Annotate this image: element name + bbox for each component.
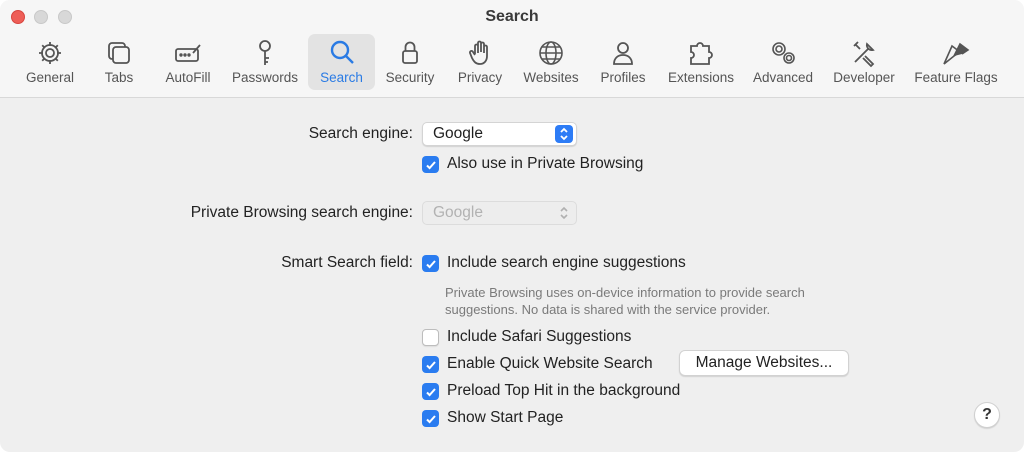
- tab-label: General: [25, 70, 75, 85]
- hand-icon: [463, 37, 497, 69]
- also-private-label: Also use in Private Browsing: [447, 155, 644, 172]
- preferences-window: Search General Tabs AutoFill Passwords S…: [0, 0, 1024, 452]
- toolbar: Search General Tabs AutoFill Passwords S…: [0, 0, 1024, 98]
- private-engine-label: Private Browsing search engine:: [190, 204, 413, 221]
- tab-extensions[interactable]: Extensions: [662, 34, 740, 90]
- safari-suggestions-checkbox[interactable]: [422, 329, 439, 346]
- tab-label: Websites: [523, 70, 579, 85]
- safari-suggestions-label: Include Safari Suggestions: [447, 328, 632, 345]
- preload-checkbox[interactable]: [422, 383, 439, 400]
- tools-icon: [847, 37, 881, 69]
- search-icon: [325, 37, 359, 69]
- tab-label: AutoFill: [165, 70, 211, 85]
- tab-label: Privacy: [457, 70, 503, 85]
- manage-websites-button[interactable]: Manage Websites...: [679, 350, 849, 376]
- tab-label: Feature Flags: [914, 70, 998, 85]
- tab-label: Tabs: [104, 70, 134, 85]
- tab-label: Developer: [833, 70, 895, 85]
- tab-feature-flags[interactable]: Feature Flags: [910, 34, 1002, 90]
- person-icon: [606, 37, 640, 69]
- chevron-updown-icon: [555, 125, 573, 143]
- tab-privacy[interactable]: Privacy: [450, 34, 510, 90]
- search-engine-value: Google: [433, 125, 483, 142]
- tab-label: Search: [320, 70, 363, 85]
- flags-icon: [939, 37, 973, 69]
- private-note: Private Browsing uses on-device informat…: [445, 285, 805, 317]
- quick-search-checkbox[interactable]: [422, 356, 439, 373]
- private-engine-value: Google: [433, 204, 483, 221]
- tab-websites[interactable]: Websites: [517, 34, 585, 90]
- tab-developer[interactable]: Developer: [828, 34, 900, 90]
- puzzle-icon: [684, 37, 718, 69]
- preload-label: Preload Top Hit in the background: [447, 382, 681, 399]
- tab-search[interactable]: Search: [308, 34, 375, 90]
- include-suggestions-label: Include search engine suggestions: [447, 254, 686, 271]
- tab-autofill[interactable]: AutoFill: [158, 34, 218, 90]
- tab-profiles[interactable]: Profiles: [594, 34, 652, 90]
- start-page-label: Show Start Page: [447, 409, 564, 426]
- private-engine-select: Google: [422, 201, 577, 225]
- tab-general[interactable]: General: [20, 34, 80, 90]
- smart-field-label: Smart Search field:: [281, 254, 413, 271]
- quick-search-label: Enable Quick Website Search: [447, 355, 653, 372]
- search-engine-label: Search engine:: [308, 125, 413, 142]
- start-page-checkbox[interactable]: [422, 410, 439, 427]
- tab-label: Extensions: [667, 70, 735, 85]
- tab-label: Passwords: [231, 70, 299, 85]
- also-private-checkbox[interactable]: [422, 156, 439, 173]
- tab-passwords[interactable]: Passwords: [228, 34, 302, 90]
- gear-icon: [33, 37, 67, 69]
- window-title: Search: [485, 8, 539, 25]
- tab-advanced[interactable]: Advanced: [748, 34, 818, 90]
- autofill-icon: [171, 37, 205, 69]
- gears-icon: [766, 37, 800, 69]
- search-engine-select[interactable]: Google: [422, 122, 577, 146]
- tab-label: Profiles: [600, 70, 646, 85]
- tab-label: Security: [385, 70, 435, 85]
- lock-icon: [393, 37, 427, 69]
- tab-label: Advanced: [752, 70, 814, 85]
- tab-security[interactable]: Security: [380, 34, 440, 90]
- key-icon: [248, 37, 282, 69]
- tabs-icon: [102, 37, 136, 69]
- help-button[interactable]: ?: [974, 402, 1000, 428]
- chevron-updown-icon: [555, 204, 573, 222]
- include-suggestions-checkbox[interactable]: [422, 255, 439, 272]
- globe-icon: [534, 37, 568, 69]
- tab-tabs[interactable]: Tabs: [94, 34, 144, 90]
